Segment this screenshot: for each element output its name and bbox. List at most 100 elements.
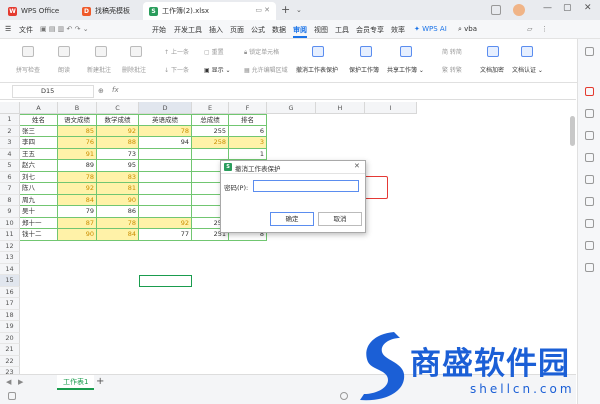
protect-book-icon[interactable] [360,46,372,57]
menu-review[interactable]: 审阅 [293,25,307,38]
table-cell[interactable]: 76 [58,137,97,149]
row-header-14[interactable]: 14 [0,263,20,275]
menu-start[interactable]: 开始 [152,25,166,35]
table-cell[interactable]: 郑十一 [20,217,58,229]
comment-icon[interactable]: ▱ [527,25,532,33]
apps-icon[interactable] [585,241,594,250]
table-cell[interactable] [139,183,192,195]
table-cell[interactable]: 87 [58,217,97,229]
formula-input[interactable] [128,85,568,98]
show-button[interactable]: ▣ 显示 ⌄ [204,65,231,74]
new-comment-icon[interactable] [95,46,107,57]
table-cell[interactable]: 排名 [229,114,267,126]
to-traditional-button[interactable]: 繁 转繁 [442,65,462,74]
column-header-D[interactable]: D [139,102,192,114]
chart-icon[interactable] [585,197,594,206]
table-cell[interactable]: 姓名 [20,114,58,126]
row-header-6[interactable]: 6 [0,171,20,183]
tab-workbook[interactable]: S 工作簿(2).xlsx ▭ ✕ [143,2,276,20]
allow-edit-range-button[interactable]: ▦ 允许编辑区域 [244,65,288,74]
table-cell[interactable]: 85 [58,125,97,137]
row-header-4[interactable]: 4 [0,148,20,160]
prev-comment-button[interactable]: ↑ 上一条 [164,47,189,56]
cancel-button[interactable]: 取消 [318,212,362,226]
table-cell[interactable]: 张三 [20,125,58,137]
table-cell[interactable]: 吴十 [20,206,58,218]
row-header-3[interactable]: 3 [0,137,20,149]
table-cell[interactable]: 91 [58,148,97,160]
protect-book-button[interactable]: 保护工作簿 [349,65,379,74]
pen-icon[interactable] [585,153,594,162]
tab-template[interactable]: D 找稿壳模板 [76,2,142,20]
column-header-I[interactable]: I [365,102,417,114]
close-window-icon[interactable]: ✕ [584,3,592,13]
to-simplified-button[interactable]: 简 转简 [442,47,462,56]
menu-insert[interactable]: 插入 [209,25,223,35]
wrench-icon[interactable] [585,175,594,184]
vertical-scrollbar[interactable] [570,116,575,146]
table-cell[interactable]: 88 [97,137,139,149]
read-aloud-icon[interactable] [58,46,70,57]
monitor-icon[interactable]: ▭ [255,6,262,14]
table-cell[interactable]: 255 [192,125,229,137]
table-cell[interactable]: 83 [97,171,139,183]
table-cell[interactable] [139,206,192,218]
selected-cell-d15[interactable] [139,275,192,287]
settings-icon[interactable] [585,219,594,228]
table-cell[interactable] [139,194,192,206]
avatar[interactable] [513,4,525,16]
table-cell[interactable] [139,160,192,172]
wps-ai-button[interactable]: ✦ WPS AI [414,25,447,33]
ok-button[interactable]: 确定 [270,212,314,226]
quick-access-icons[interactable]: ▣ ▤ ▥ ↶ ↷ ⌄ [40,25,89,33]
table-cell[interactable]: 78 [58,171,97,183]
maximize-icon[interactable]: ▢ [563,3,572,13]
table-cell[interactable]: 6 [229,125,267,137]
menu-view[interactable]: 视图 [314,25,328,35]
delete-comment-button[interactable]: 删除批注 [122,65,146,74]
unprotect-sheet-icon[interactable] [312,46,324,57]
table-cell[interactable]: 总成绩 [192,114,229,126]
row-header-5[interactable]: 5 [0,160,20,172]
add-sheet-button[interactable]: + [96,376,104,387]
next-sheet-icon[interactable]: ▶ [18,378,23,386]
menu-tools[interactable]: 工具 [335,25,349,35]
row-header-16[interactable]: 16 [0,286,20,298]
table-cell[interactable]: 79 [58,206,97,218]
table-cell[interactable]: 95 [97,160,139,172]
row-header-19[interactable]: 19 [0,321,20,333]
menu-data[interactable]: 数据 [272,25,286,35]
sheet-nav-icon[interactable] [8,392,16,400]
minimize-icon[interactable]: — [543,3,552,13]
delete-comment-icon[interactable] [130,46,142,57]
table-cell[interactable]: 钱十二 [20,229,58,241]
row-header-11[interactable]: 11 [0,229,20,241]
table-cell[interactable]: 73 [97,148,139,160]
share-book-button[interactable]: 共享工作簿 ⌄ [387,65,424,74]
row-header-13[interactable]: 13 [0,252,20,264]
prev-sheet-icon[interactable]: ◀ [6,378,11,386]
hamburger-icon[interactable]: ☰ [5,25,11,33]
table-cell[interactable]: 1 [229,148,267,160]
menu-page[interactable]: 页面 [230,25,244,35]
column-header-B[interactable]: B [58,102,97,114]
row-header-18[interactable]: 18 [0,309,20,321]
row-header-21[interactable]: 21 [0,344,20,356]
next-comment-button[interactable]: ↓ 下一条 [164,65,189,74]
row-header-9[interactable]: 9 [0,206,20,218]
doc-certify-button[interactable]: 文档认证 ⌄ [512,65,543,74]
table-cell[interactable]: 77 [139,229,192,241]
sheet-tab-1[interactable]: 工作表1 [57,375,95,390]
table-cell[interactable] [139,148,192,160]
certify-icon[interactable] [521,46,533,57]
password-input[interactable] [253,180,359,192]
row-header-1[interactable]: 1 [0,114,20,126]
table-cell[interactable]: 81 [97,183,139,195]
spell-check-button[interactable]: 拼写检查 [16,65,40,74]
table-cell[interactable]: 89 [58,160,97,172]
row-header-15[interactable]: 15 [0,275,20,287]
tools-icon[interactable] [585,109,594,118]
menu-efficiency[interactable]: 效率 [391,25,405,35]
more-icon[interactable]: ⋮ [541,25,548,33]
column-header-C[interactable]: C [97,102,139,114]
